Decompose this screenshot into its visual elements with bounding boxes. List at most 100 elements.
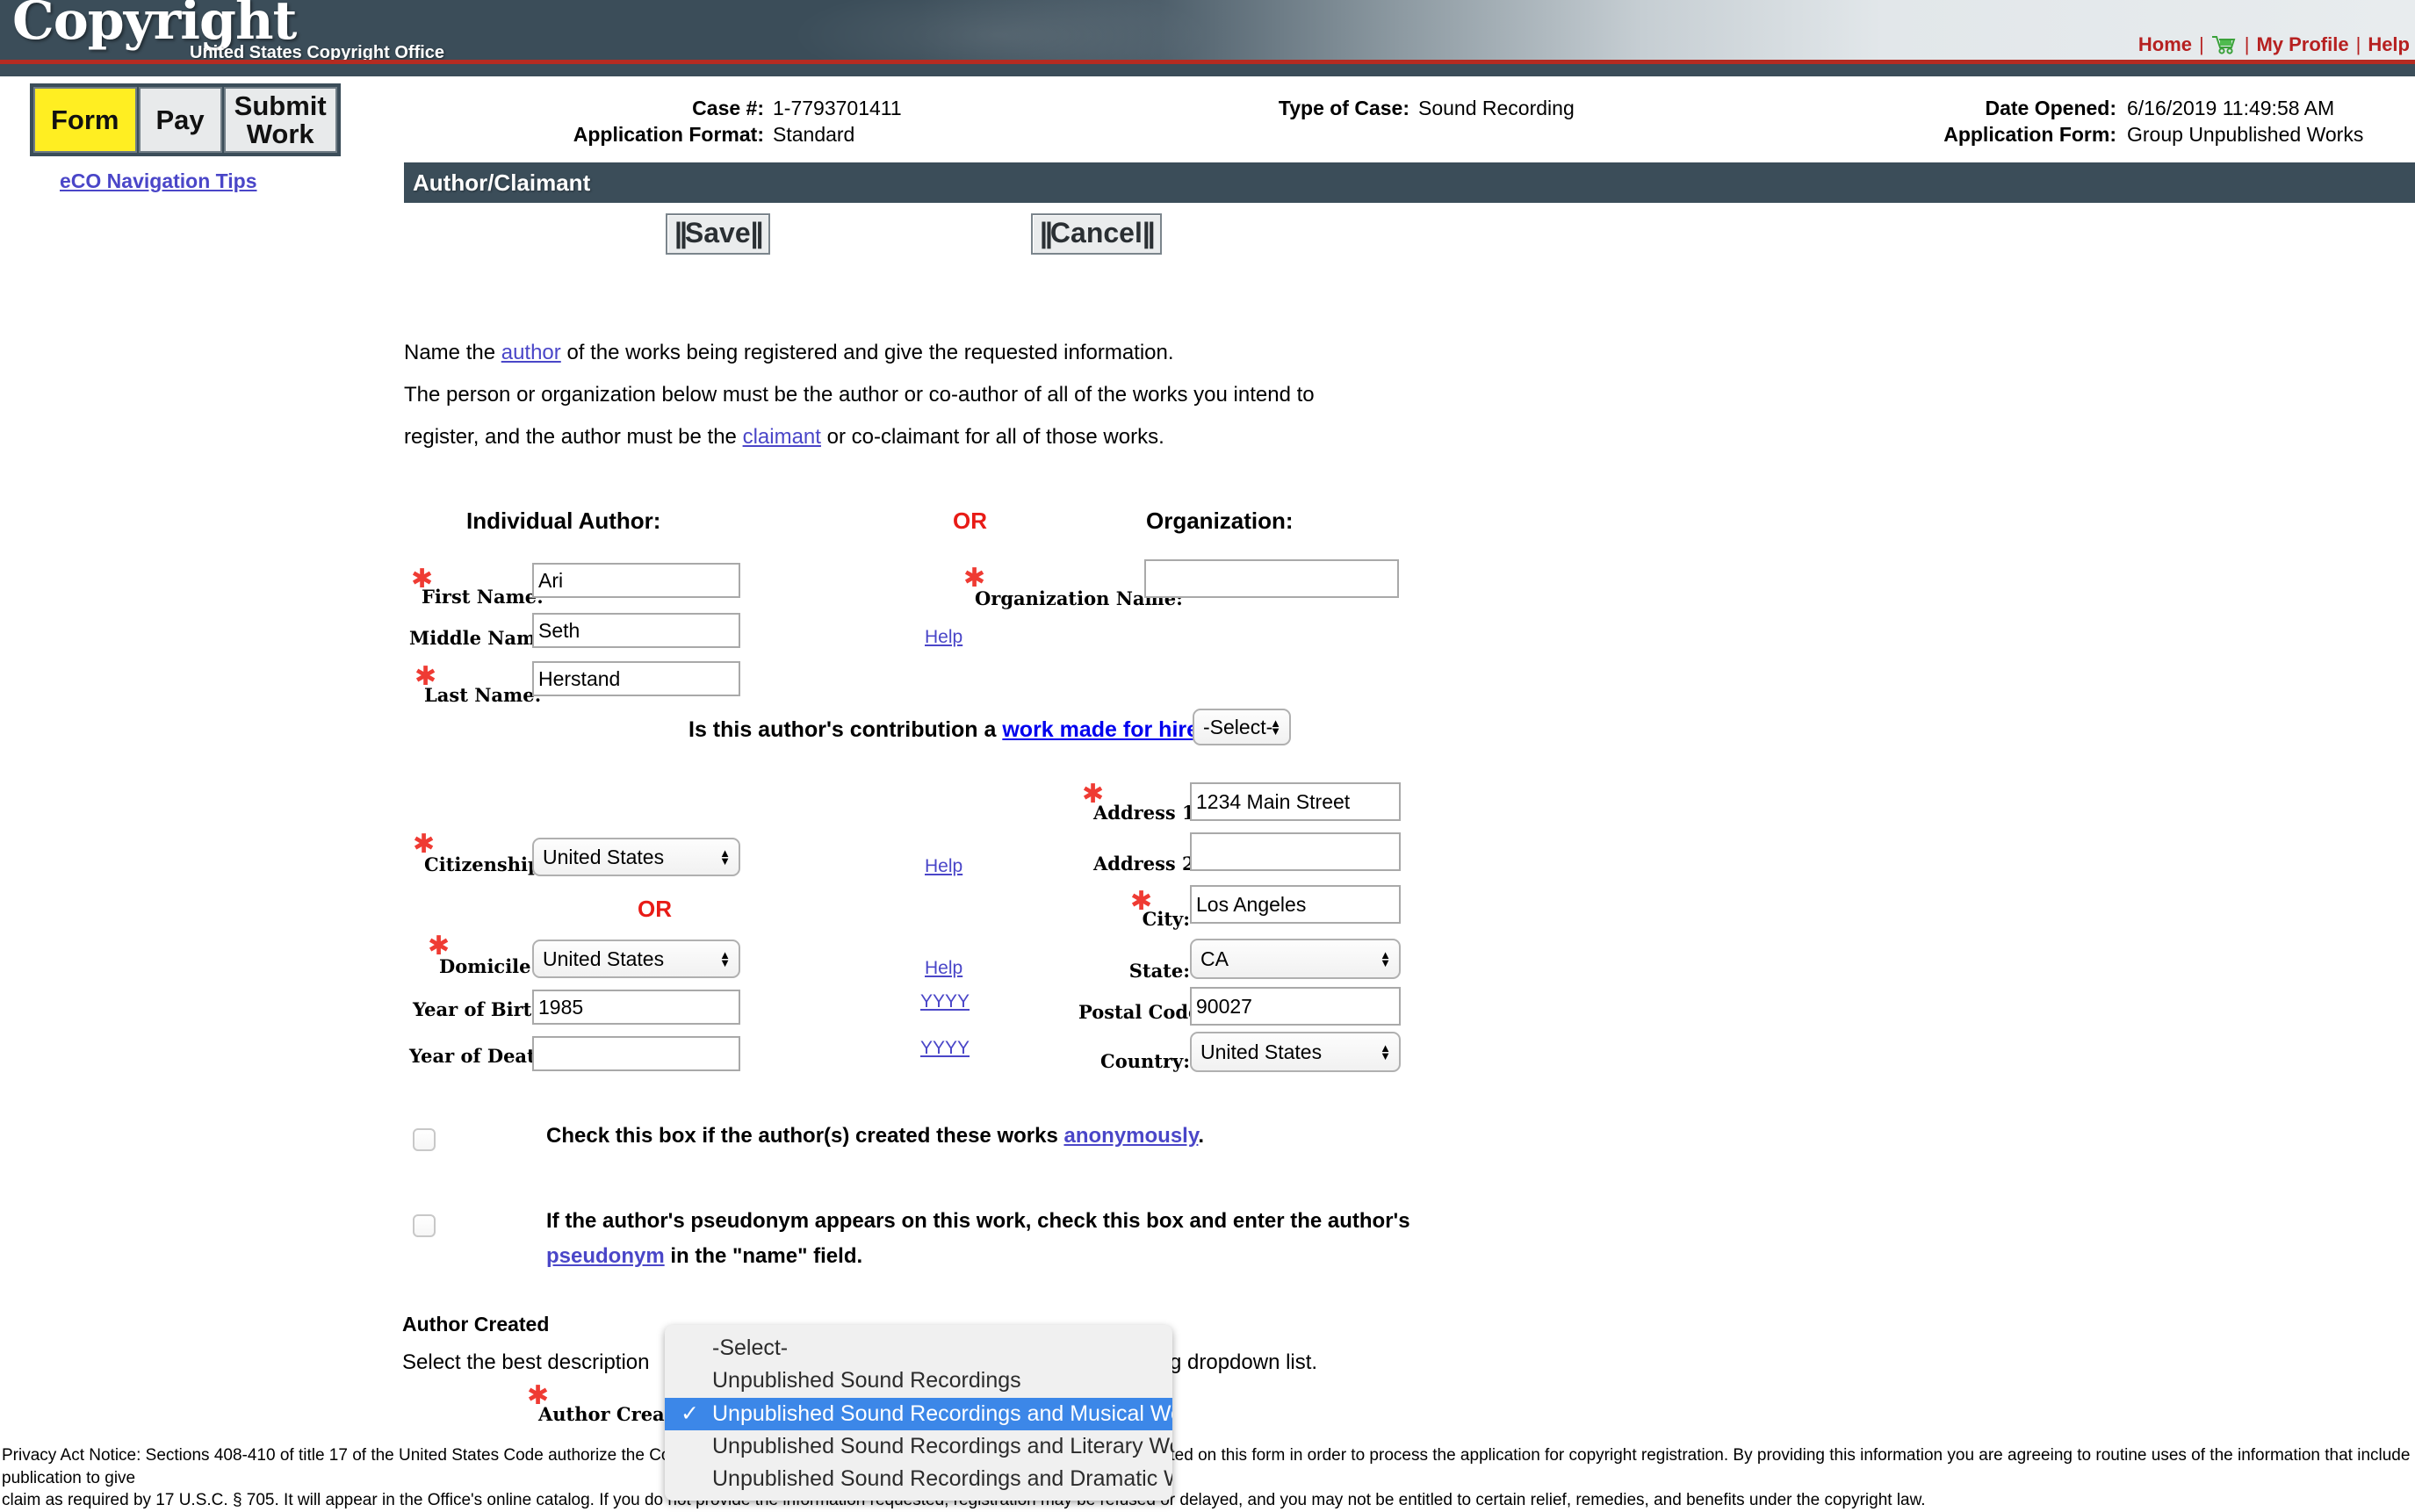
banner-underbar: [0, 64, 2415, 76]
application-form-row: Application Form:: [1943, 123, 2116, 147]
year-of-death-format-link[interactable]: YYYY: [920, 1038, 970, 1059]
or-divider-citizenship: OR: [638, 896, 672, 922]
cancel-button-label: Cancel: [1049, 217, 1143, 248]
author-created-dropdown-list[interactable]: -Select- Unpublished Sound Recordings Un…: [665, 1325, 1172, 1501]
tab-pay[interactable]: Pay: [138, 87, 222, 154]
my-profile-link[interactable]: My Profile: [2256, 33, 2348, 55]
tab-submit-work-label: Submit Work: [234, 90, 327, 149]
home-link[interactable]: Home: [2138, 33, 2192, 55]
intro-line-2: The person or organization below must be…: [404, 383, 1315, 407]
organization-help-link[interactable]: Help: [925, 627, 962, 648]
dropdown-option-unpublished-sound-recordings-and-musical-works[interactable]: Unpublished Sound Recordings and Musical…: [665, 1397, 1172, 1430]
organization-name-input[interactable]: [1144, 559, 1399, 598]
address2-input[interactable]: [1190, 832, 1401, 871]
save-button-bars-2: ||: [750, 217, 764, 248]
domicile-label: Domicile:: [439, 955, 538, 977]
city-input[interactable]: [1190, 885, 1401, 924]
or-divider-top: OR: [953, 508, 987, 534]
anonymous-text-b: .: [1198, 1124, 1205, 1148]
date-opened-label: Date Opened:: [1985, 97, 2116, 119]
organization-name-label: Organization Name:: [975, 587, 1183, 609]
state-select-value: CA: [1200, 947, 1229, 970]
author-link[interactable]: author: [501, 341, 561, 364]
address1-input[interactable]: [1190, 782, 1401, 821]
cancel-button-bars: ||: [1040, 217, 1053, 248]
type-of-case-value: Sound Recording: [1418, 97, 1575, 119]
middle-name-input[interactable]: [532, 613, 740, 648]
year-of-birth-label: Year of Birth:: [413, 998, 552, 1020]
save-button[interactable]: ||Save||: [666, 213, 770, 255]
intro-line-3-a: register, and the author must be the: [404, 425, 743, 449]
intro-line-3: register, and the author must be the cla…: [404, 425, 1164, 450]
work-for-hire-select[interactable]: -Select- ▲ ▼: [1193, 709, 1291, 745]
state-select[interactable]: CA ▲ ▼: [1190, 939, 1401, 979]
citizenship-label: Citizenship:: [424, 853, 548, 875]
case-header: Case #: 1-7793701411 Application Format:…: [404, 91, 2415, 153]
author-created-heading: Author Created: [402, 1313, 550, 1336]
work-made-for-hire-link[interactable]: work made for hire: [1002, 717, 1199, 742]
chevron-updown-icon: ▲ ▼: [1380, 948, 1391, 969]
postal-code-input[interactable]: [1190, 987, 1401, 1026]
application-form-label: Application Form:: [1943, 123, 2116, 146]
dropdown-option-select[interactable]: -Select-: [665, 1332, 1172, 1364]
privacy-notice-line-2: claim as required by 17 U.S.C. § 705. It…: [2, 1491, 1926, 1510]
anonymous-checkbox[interactable]: [413, 1128, 436, 1151]
country-label: Country:: [1100, 1050, 1190, 1072]
date-opened-value: 6/16/2019 11:49:58 AM: [2127, 97, 2335, 119]
intro-line-1-b: of the works being registered and give t…: [560, 341, 1174, 364]
nav-divider-1: |: [2199, 33, 2204, 55]
help-link[interactable]: Help: [2368, 33, 2410, 55]
pseudonym-checkbox-label-line2: pseudonym in the "name" field.: [546, 1244, 862, 1269]
year-of-birth-input[interactable]: [532, 990, 740, 1025]
application-format-label: Application Format:: [573, 123, 764, 146]
state-label: State:: [1128, 960, 1190, 982]
author-created-instruction-right: g dropdown list.: [1170, 1350, 1318, 1374]
city-label: City:: [1142, 908, 1190, 930]
claimant-link[interactable]: claimant: [743, 425, 821, 449]
pseudonym-checkbox[interactable]: [413, 1214, 436, 1237]
citizenship-help-link[interactable]: Help: [925, 856, 962, 877]
country-select[interactable]: United States ▲ ▼: [1190, 1032, 1401, 1072]
year-of-death-input[interactable]: [532, 1036, 740, 1071]
year-of-birth-format-link[interactable]: YYYY: [920, 991, 970, 1012]
dropdown-option-unpublished-sound-recordings-and-literary-work[interactable]: Unpublished Sound Recordings and Literar…: [665, 1430, 1172, 1463]
domicile-help-link[interactable]: Help: [925, 958, 962, 979]
workflow-tabs: Form Pay Submit Work: [30, 83, 341, 157]
site-banner: Copyright United States Copyright Office…: [0, 0, 2415, 60]
tab-submit-work[interactable]: Submit Work: [223, 87, 337, 154]
last-name-input[interactable]: [532, 661, 740, 696]
anonymously-link[interactable]: anonymously: [1063, 1124, 1198, 1148]
pseudonym-link[interactable]: pseudonym: [546, 1244, 665, 1268]
dropdown-option-unpublished-sound-recordings-and-dramatic-work[interactable]: Unpublished Sound Recordings and Dramati…: [665, 1463, 1172, 1495]
pseudonym-checkbox-label-line1: If the author's pseudonym appears on thi…: [546, 1209, 1410, 1233]
tab-form[interactable]: Form: [33, 87, 137, 154]
postal-code-label: Postal Code:: [1078, 1001, 1208, 1023]
privacy-act-notice: Privacy Act Notice: Sections 408-410 of …: [0, 1444, 2415, 1512]
individual-author-heading: Individual Author:: [466, 508, 661, 534]
page-title: Author/Claimant: [413, 169, 591, 196]
case-number-value: 1-7793701411: [773, 97, 902, 119]
address2-label: Address 2:: [1093, 853, 1202, 875]
pseudonym-text-b: in the "name" field.: [664, 1244, 863, 1268]
country-select-value: United States: [1200, 1040, 1323, 1063]
first-name-label: First Name:: [422, 586, 544, 608]
dropdown-option-unpublished-sound-recordings[interactable]: Unpublished Sound Recordings: [665, 1364, 1172, 1397]
chevron-updown-icon: ▲ ▼: [1380, 1041, 1391, 1062]
banner-nav: Home | | My Profile | Help: [2138, 33, 2410, 60]
last-name-label: Last Name:: [424, 684, 542, 706]
cancel-button[interactable]: ||Cancel||: [1031, 213, 1162, 255]
save-button-label: Save: [684, 217, 751, 248]
citizenship-select-value: United States: [543, 845, 665, 868]
domicile-select[interactable]: United States ▲ ▼: [532, 940, 740, 978]
save-button-bars: ||: [674, 217, 688, 248]
chevron-updown-icon: ▲ ▼: [1270, 716, 1281, 738]
shopping-cart-icon[interactable]: [2211, 35, 2238, 60]
type-of-case-label: Type of Case:: [1278, 97, 1409, 119]
anonymous-text-a: Check this box if the author(s) created …: [546, 1124, 1064, 1148]
intro-line-1: Name the author of the works being regis…: [404, 341, 1174, 365]
eco-navigation-tips-link[interactable]: eCO Navigation Tips: [60, 169, 257, 193]
address1-label: Address 1:: [1093, 802, 1202, 824]
citizenship-select[interactable]: United States ▲ ▼: [532, 838, 740, 876]
domicile-select-value: United States: [543, 947, 665, 970]
first-name-input[interactable]: [532, 563, 740, 598]
